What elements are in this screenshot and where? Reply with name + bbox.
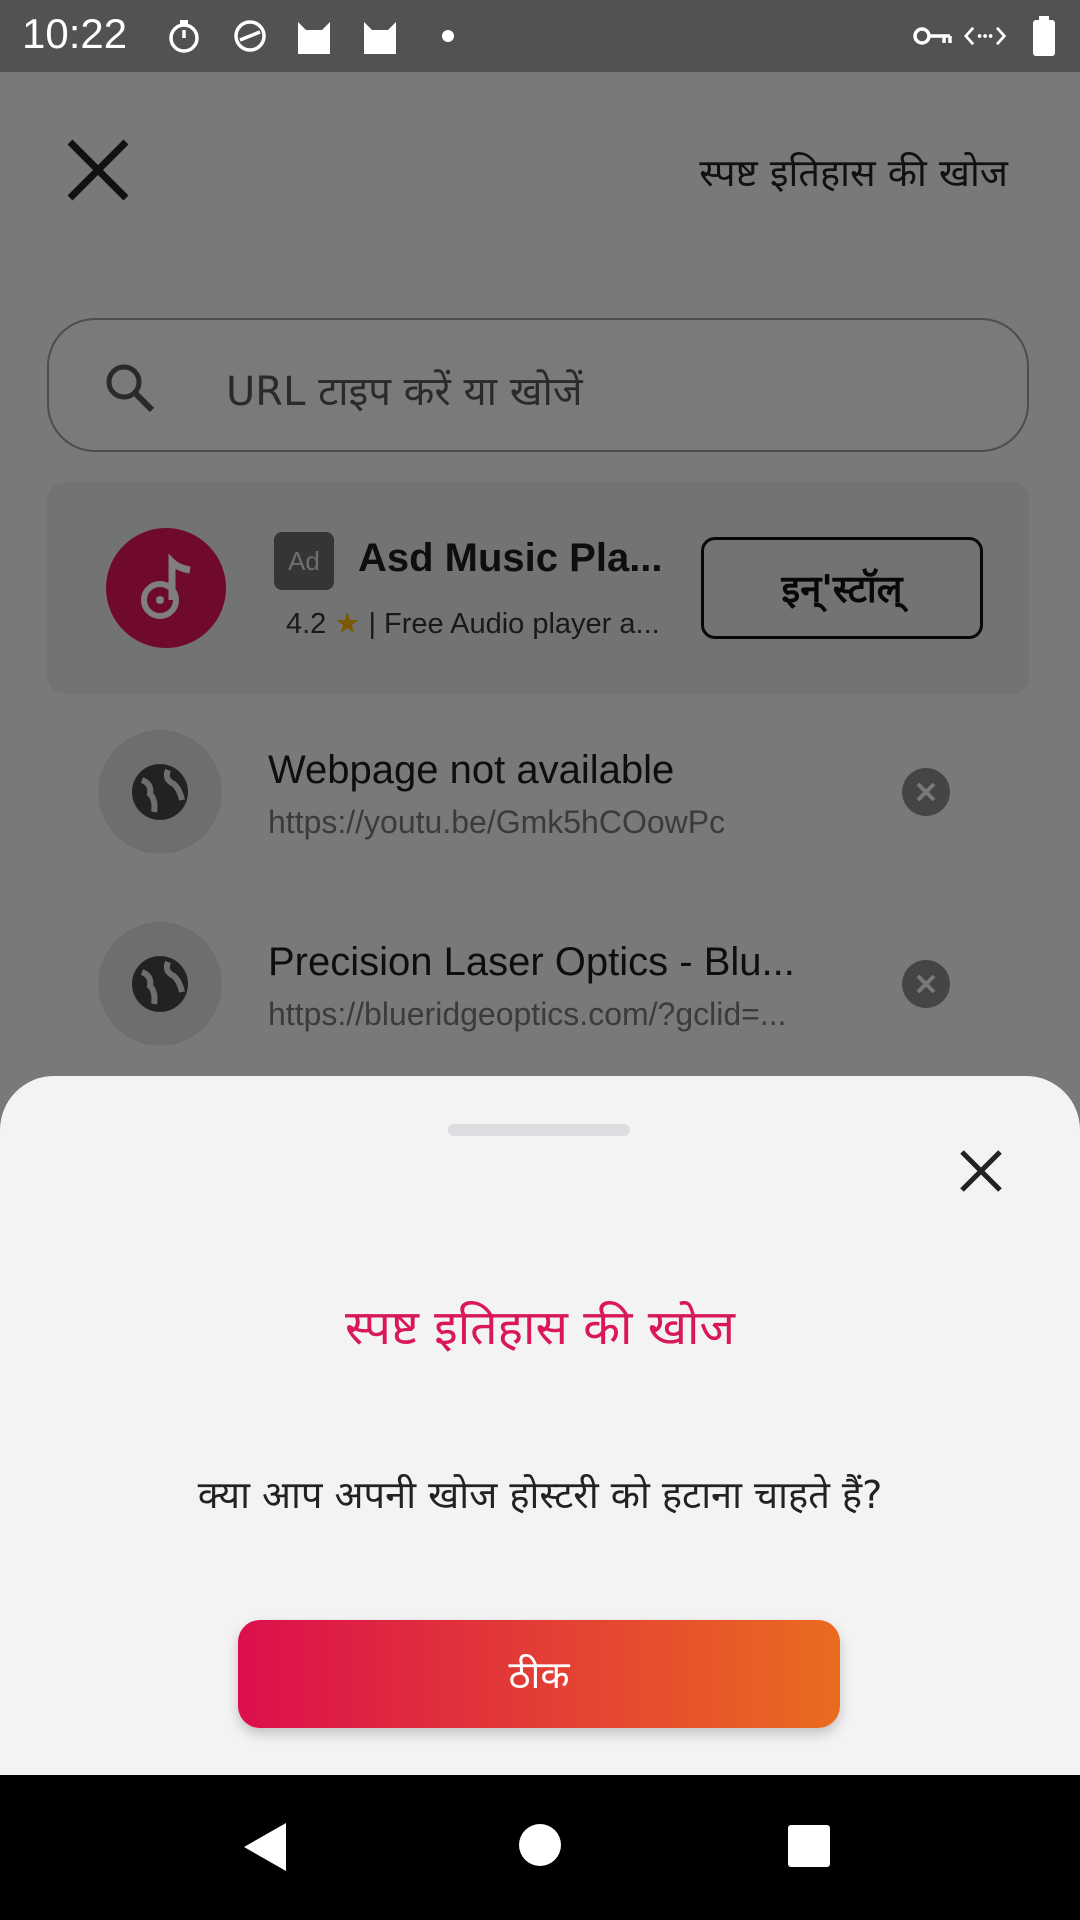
recents-icon[interactable] [786,1823,832,1873]
cat-icon [358,14,402,58]
drag-handle[interactable] [448,1124,630,1136]
dialog-title: स्पष्ट इतिहास की खोज [344,1300,736,1356]
home-icon[interactable] [516,1821,564,1873]
cat-icon [292,14,336,58]
timer-icon [162,14,206,58]
back-icon[interactable] [240,1819,290,1879]
battery-icon [1022,14,1066,58]
navigation-bar [0,1775,1080,1920]
dialog-message: क्या आप अपनी खोज होस्टरी को हटाना चाहते … [197,1473,883,1517]
data-arrows-icon [964,14,1008,58]
vpn-key-icon [910,14,954,58]
sync-icon [228,14,272,58]
status-bar: 10:22 [0,0,1080,72]
close-icon[interactable] [956,1146,1006,1196]
ok-button[interactable]: ठीक [238,1620,840,1728]
dot-icon [426,14,470,58]
status-time: 10:22 [22,10,128,57]
